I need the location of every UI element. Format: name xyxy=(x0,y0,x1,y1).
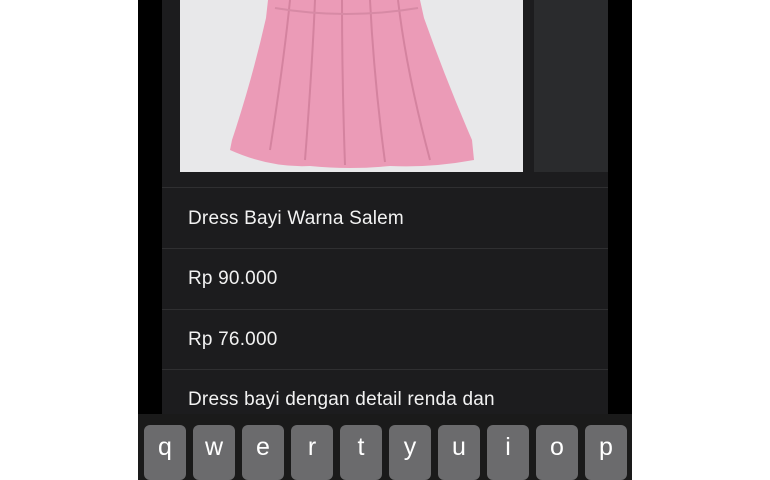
on-screen-keyboard: q w e r t y u i o p xyxy=(138,414,632,480)
key-r[interactable]: r xyxy=(291,425,333,480)
product-photo[interactable] xyxy=(180,0,523,172)
description-value: Dress bayi dengan detail renda dan xyxy=(188,389,495,410)
key-e[interactable]: e xyxy=(242,425,284,480)
product-name-field[interactable]: Dress Bayi Warna Salem xyxy=(162,189,608,249)
key-u[interactable]: u xyxy=(438,425,480,480)
key-q[interactable]: q xyxy=(144,425,186,480)
key-w[interactable]: w xyxy=(193,425,235,480)
next-photo-thumbnail[interactable] xyxy=(534,0,608,172)
price-field[interactable]: Rp 90.000 xyxy=(162,249,608,309)
price-value: Rp 90.000 xyxy=(188,268,278,289)
key-o[interactable]: o xyxy=(536,425,578,480)
product-image-carousel[interactable] xyxy=(162,0,608,176)
phone-screen: Dress Bayi Warna Salem Rp 90.000 Rp 76.0… xyxy=(138,0,632,480)
key-t[interactable]: t xyxy=(340,425,382,480)
key-p[interactable]: p xyxy=(585,425,627,480)
pink-dress-image xyxy=(180,0,523,172)
divider xyxy=(162,187,608,188)
key-i[interactable]: i xyxy=(487,425,529,480)
product-form: Dress Bayi Warna Salem Rp 90.000 Rp 76.0… xyxy=(162,0,608,414)
product-name-value: Dress Bayi Warna Salem xyxy=(188,208,404,229)
sale-price-field[interactable]: Rp 76.000 xyxy=(162,310,608,370)
sale-price-value: Rp 76.000 xyxy=(188,329,278,350)
key-y[interactable]: y xyxy=(389,425,431,480)
